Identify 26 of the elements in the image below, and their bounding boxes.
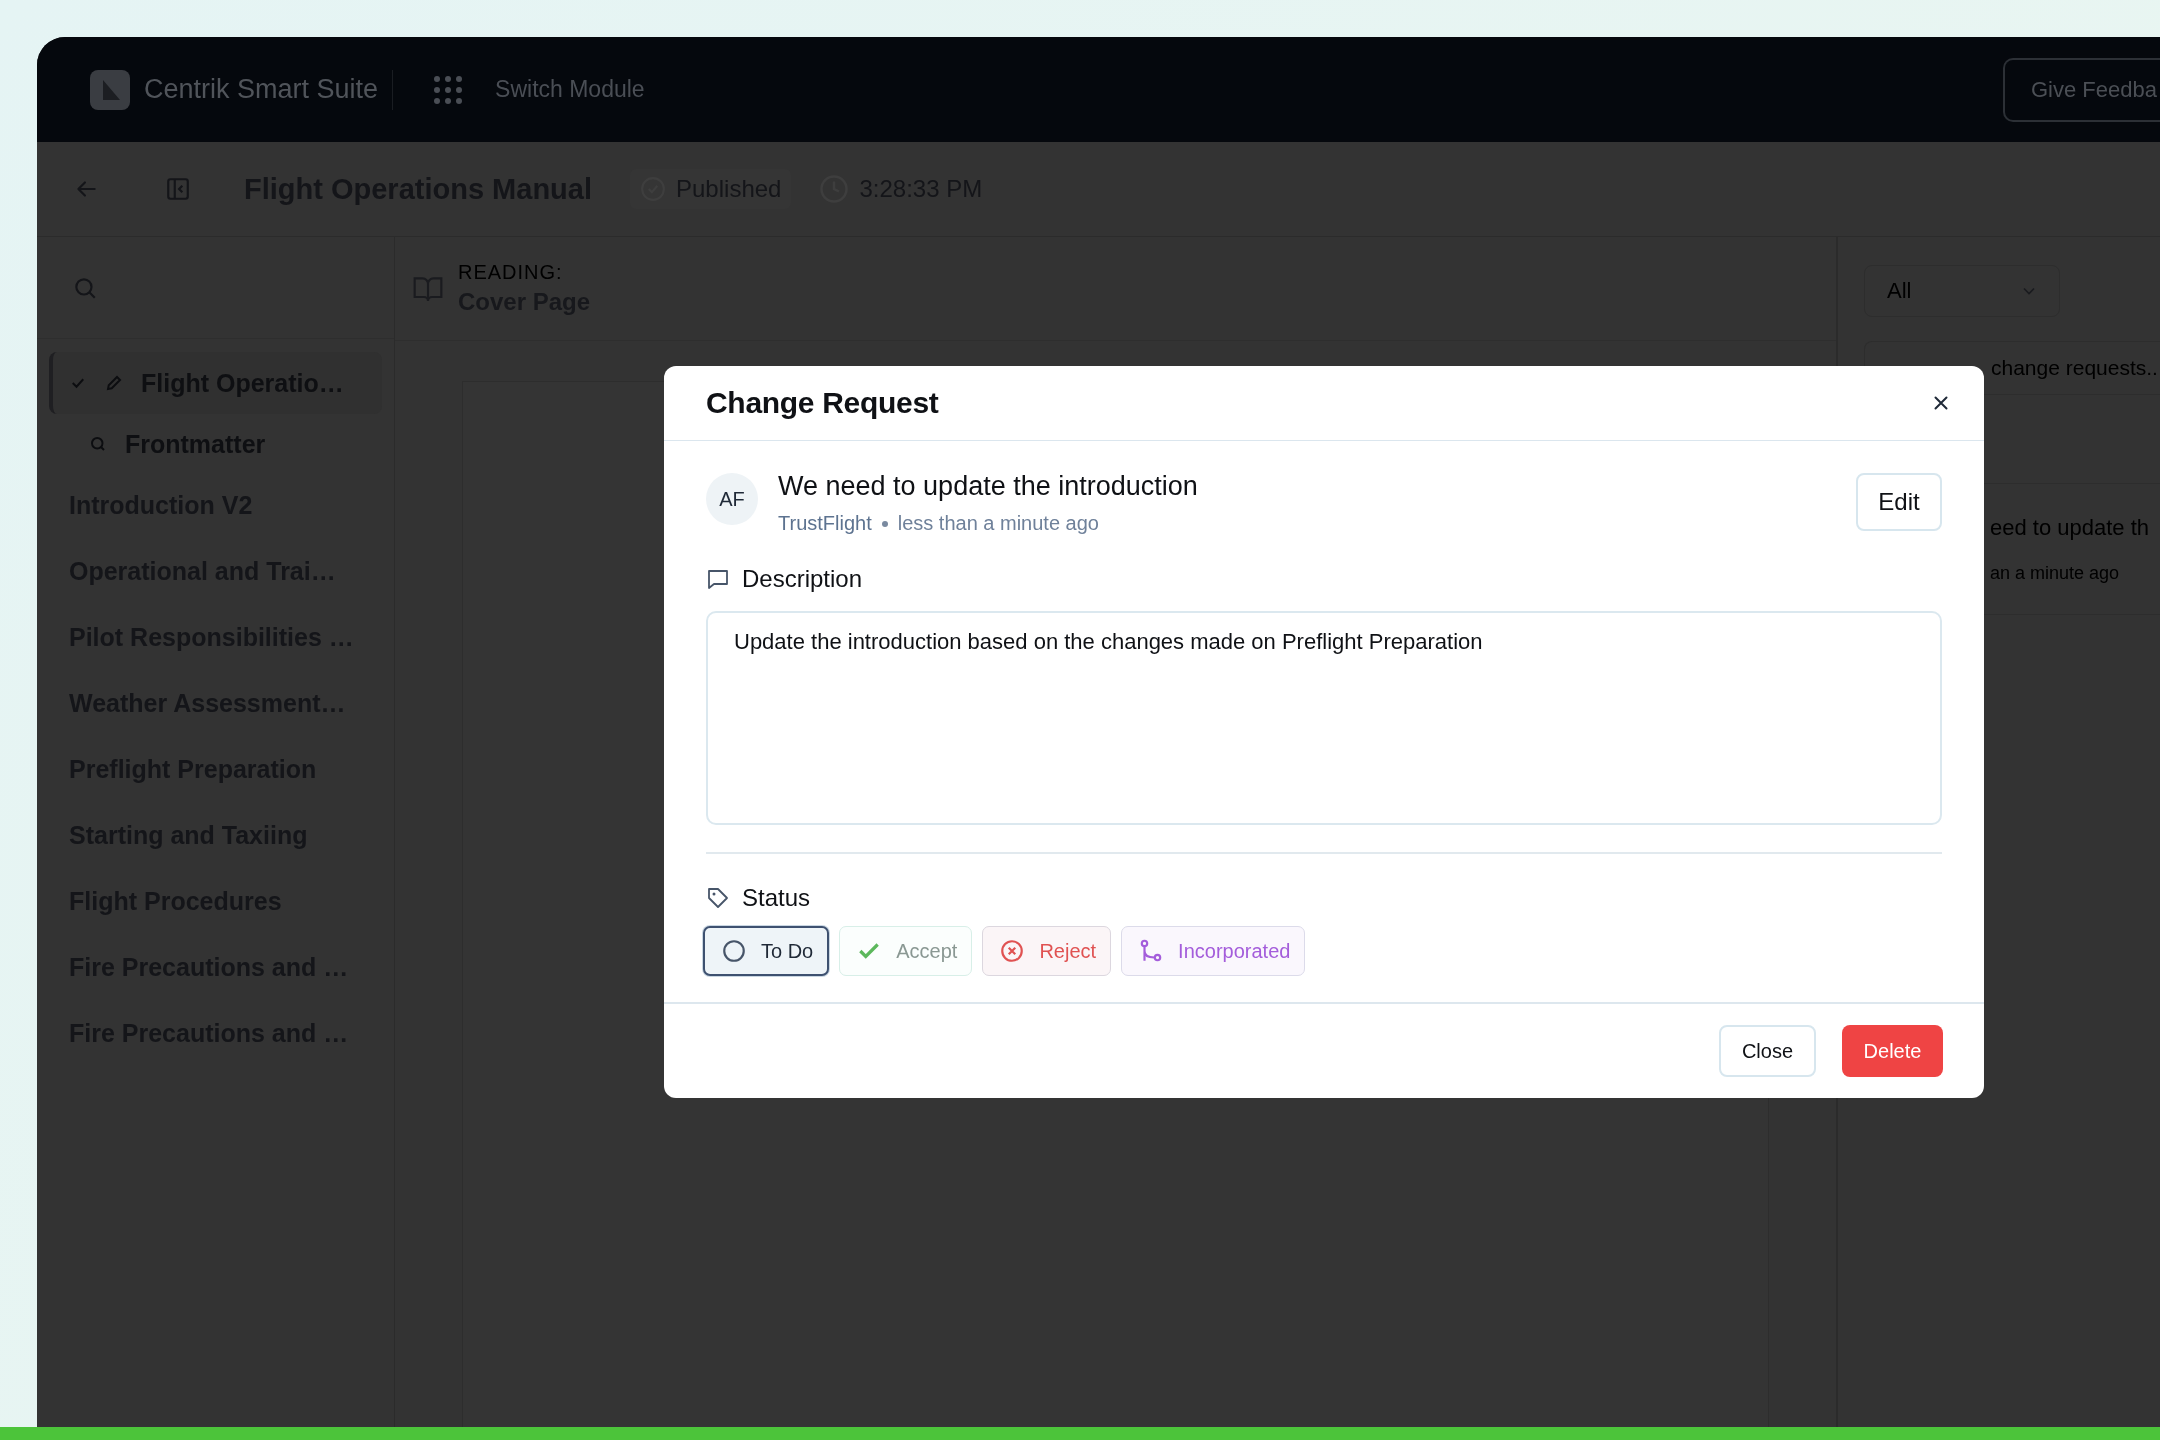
logo-icon [90,69,130,110]
grid-icon[interactable] [433,74,464,105]
tag-icon [706,886,730,910]
separator-dot-icon [881,520,888,527]
delete-button[interactable]: Delete [1842,1025,1943,1077]
author-name: TrustFlight [778,512,872,535]
description-field[interactable]: Update the introduction based on the changes made on Preflight Preparation [706,611,1942,825]
request-time: less than a minute ago [897,512,1099,535]
feedback-button[interactable]: Give Feedba [2003,57,2160,122]
app-name: Centrik Smart Suite [144,74,379,105]
status-option[interactable]: Reject [982,926,1112,976]
avatar: AF [706,473,758,525]
edit-button[interactable]: Edit [1856,473,1942,531]
request-title: We need to update the introduction [778,471,1199,502]
sidebar-toggle-icon[interactable] [165,176,191,202]
status-option[interactable]: To Do [703,926,830,976]
status-label: Status [742,884,811,912]
dialog-title: Change Request [706,386,939,420]
description-label: Description [742,565,863,593]
close-button[interactable]: Close [1719,1025,1816,1077]
switch-module-link[interactable]: Switch Module [495,76,645,103]
status-option[interactable]: Accept [839,926,973,976]
comment-icon [706,567,730,591]
search-icon [89,435,107,453]
status-option[interactable]: Incorporated [1121,926,1306,976]
pencil-icon [105,374,123,392]
